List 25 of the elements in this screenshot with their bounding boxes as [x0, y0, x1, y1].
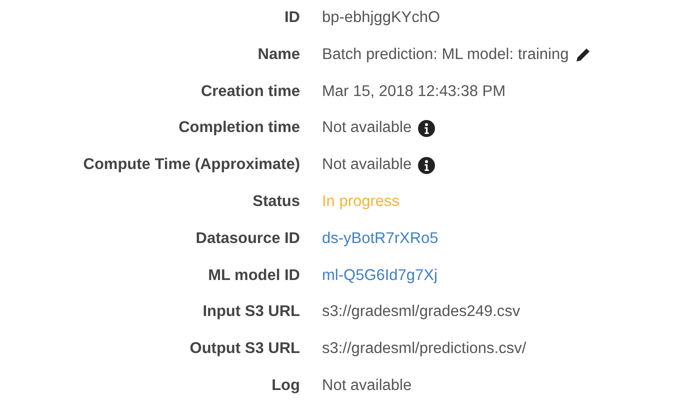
detail-label: Input S3 URL — [202, 302, 300, 322]
info-icon[interactable] — [418, 157, 435, 174]
detail-label: Log — [270, 376, 300, 396]
detail-label: Output S3 URL — [188, 339, 300, 360]
detail-label: Name — [256, 44, 300, 65]
detail-value: s3://gradesml/grades249.csv — [322, 302, 520, 322]
detail-label: Completion time — [178, 118, 300, 138]
detail-label: Datasource ID — [194, 228, 300, 249]
id-link[interactable]: ml-Q5G6Id7g7Xj — [322, 258, 438, 294]
id-link[interactable]: ds-yBotR7rXRo5 — [322, 220, 438, 258]
detail-value: Mar 15, 2018 12:43:38 PM — [322, 82, 506, 102]
detail-label: Status — [252, 192, 300, 212]
info-icon[interactable] — [418, 120, 435, 138]
pencil-icon[interactable] — [574, 47, 591, 64]
detail-value: s3://gradesml/predictions.csv/ — [322, 339, 526, 360]
detail-label: ML model ID — [207, 266, 300, 286]
detail-value: Not available — [322, 155, 412, 176]
detail-label: ID — [284, 8, 300, 28]
status-value: In progress — [322, 192, 400, 212]
detail-value: Not available — [322, 376, 412, 396]
detail-value: bp-ebhjggKYchO — [322, 8, 440, 28]
detail-label: Creation time — [200, 82, 300, 102]
detail-value: Batch prediction: ML model: training — [322, 44, 569, 65]
detail-label: Compute Time (Approximate) — [82, 155, 300, 176]
detail-value: Not available — [322, 118, 412, 138]
